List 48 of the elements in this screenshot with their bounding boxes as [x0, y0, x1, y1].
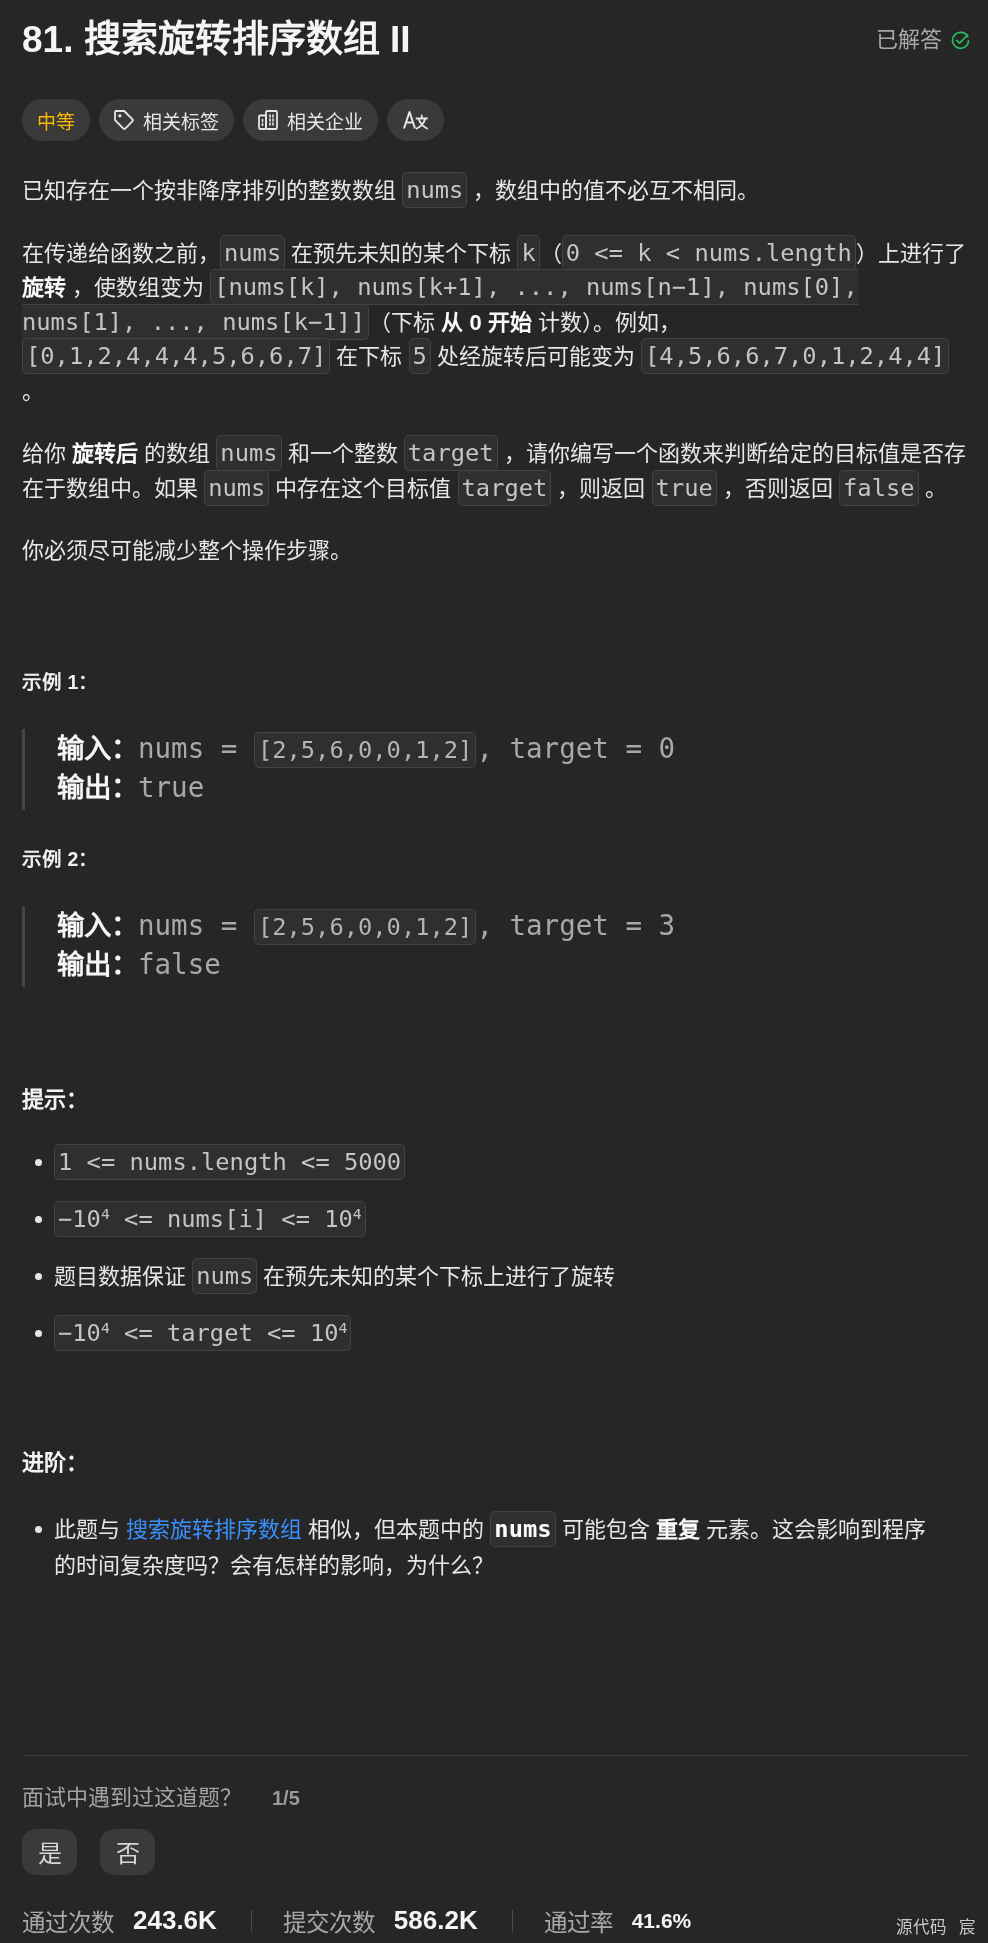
constraint-text: −10$^{4}$ <= nums[i] <= 10$^{4}$	[54, 1200, 366, 1238]
difficulty-badge: 中等	[22, 99, 90, 141]
related-tags-button[interactable]: 相关标签	[99, 99, 234, 141]
interview-question: 面试中遇到过这道题？	[22, 1783, 242, 1812]
bullet-icon	[35, 1215, 42, 1223]
building-icon	[258, 110, 278, 130]
example-value: nums = [2,5,6,0,0,1,2], target = 0	[138, 728, 676, 767]
stat-value: 41.6%	[631, 1908, 692, 1933]
example-label: 输出：	[57, 770, 138, 805]
answer-option-button[interactable]: 是	[22, 1828, 77, 1875]
example-value: nums = [2,5,6,0,0,1,2], target = 3	[138, 905, 676, 944]
stat-label: 通过率	[543, 1908, 613, 1938]
constraint-text: 1 <= nums.length <= 5000	[54, 1143, 406, 1181]
problem-link[interactable]: 搜索旋转排序数组	[126, 1516, 303, 1542]
answer-option-button[interactable]: 否	[100, 1828, 155, 1875]
constraints-heading: 提示：	[22, 1085, 89, 1114]
translate-icon	[403, 110, 428, 130]
corner-label: 宸	[959, 1916, 976, 1938]
description-paragraph: 已知存在一个按非降序排列的整数数组 nums ，数组中的值不必互不相同。	[22, 172, 970, 211]
constraint-text: 题目数据保证 nums 在预先未知的某个下标上进行了旋转	[54, 1257, 616, 1295]
description-paragraph: 在传递给函数之前， nums 在预先未知的某个下标 k （ 0 <= k < nums.length ）上进行了旋转 ，使数组变为 [nums[k], nums[k+1], ..., nums[n−1], nums[0], nums[1], ..., nums[k−1]] （下标 从 0 开始 计数）。例如， [0,1,2,4,4,4,5,6,6,7] 在下标 5 处经旋转后可能变为 [4,5,6,6,7,0,1,2,4,4] 。	[22, 234, 970, 411]
related-companies-button[interactable]: 相关企业	[243, 99, 378, 141]
follow-up-heading: 进阶：	[22, 1448, 89, 1477]
bullet-icon	[35, 1526, 42, 1533]
stat-label: 提交次数	[282, 1908, 375, 1938]
example-heading: 示例 2：	[22, 846, 100, 872]
stat-value: 243.6K	[133, 1905, 217, 1936]
solved-status: 已解答	[876, 26, 942, 54]
example-heading: 示例 1：	[22, 669, 100, 695]
example-value: true	[138, 769, 205, 805]
stat-value: 586.2K	[393, 1905, 478, 1936]
corner-label: 源代码	[896, 1916, 947, 1938]
example-value: false	[138, 946, 221, 982]
problem-title: 81. 搜索旋转排序数组 II	[22, 18, 411, 62]
tag-icon	[114, 110, 134, 130]
translate-button[interactable]	[387, 99, 444, 141]
bullet-icon	[35, 1158, 42, 1166]
example-label: 输出：	[57, 947, 138, 982]
example-label: 输入：	[57, 908, 138, 943]
example-label: 输入：	[57, 731, 138, 766]
description-paragraph: 给你 旋转后 的数组 nums 和一个整数 target ，请你编写一个函数来判断给定的目标值是否存在于数组中。如果 nums 中存在这个目标值 target ，则返回 true ，否则返回 false 。	[22, 435, 970, 508]
stat-label: 通过次数	[22, 1908, 114, 1938]
interview-count: 1/5	[272, 1785, 300, 1811]
bullet-icon	[35, 1329, 42, 1337]
constraint-text: −10$^{4}$ <= target <= 10$^{4}$	[54, 1314, 352, 1352]
follow-up-text: 此题与 搜索旋转排序数组 相似，但本题中的 nums 可能包含 重复 元素。这会影响到程序的时间复杂度吗？会有怎样的影响，为什么？	[54, 1511, 935, 1584]
description-paragraph: 你必须尽可能减少整个操作步骤。	[22, 537, 353, 565]
bullet-icon	[35, 1272, 42, 1280]
